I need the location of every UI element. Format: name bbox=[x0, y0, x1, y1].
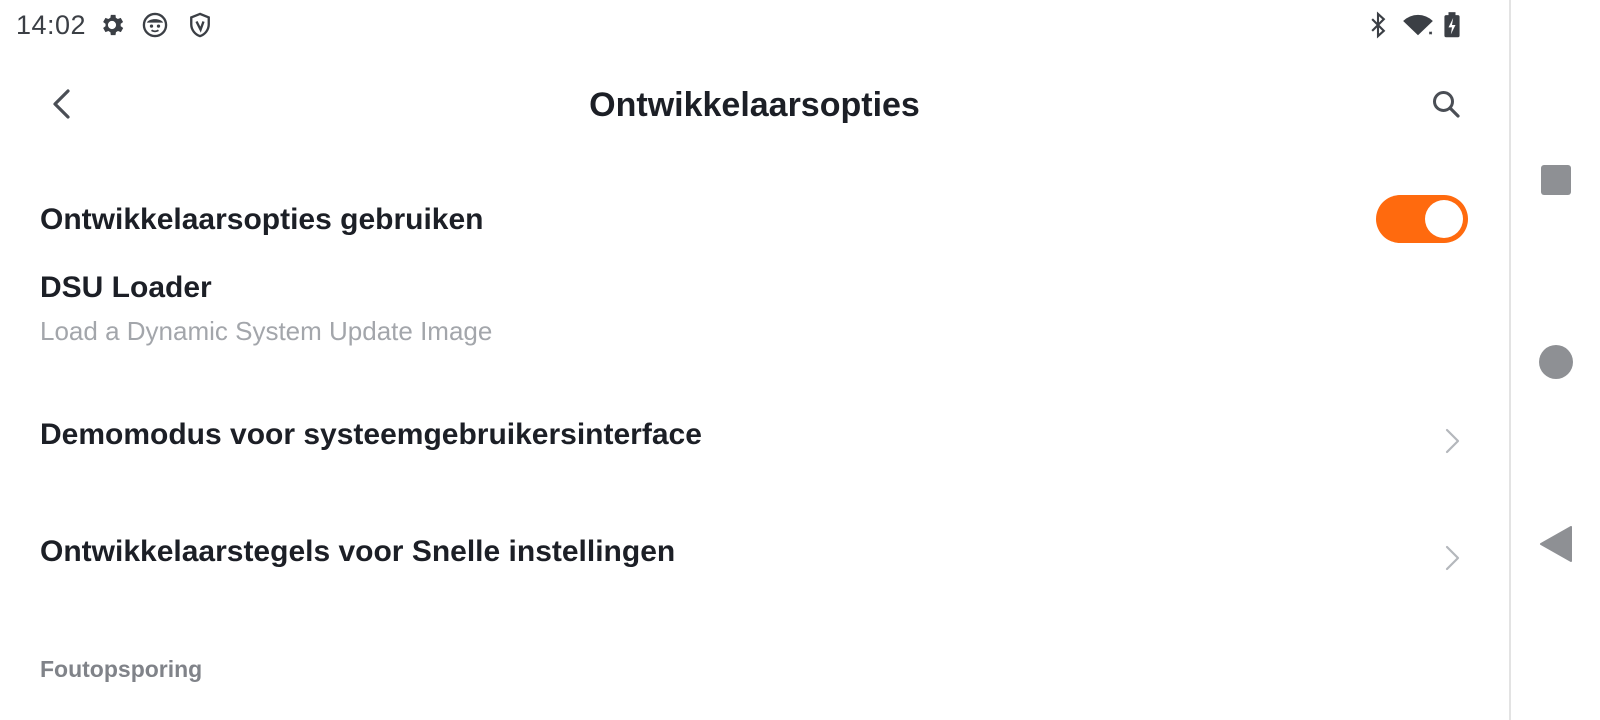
toggle-knob bbox=[1425, 200, 1463, 238]
face-icon bbox=[141, 11, 169, 39]
setting-label: DSU Loader bbox=[40, 271, 212, 304]
app-header: Ontwikkelaarsopties bbox=[0, 60, 1509, 150]
home-circle-icon bbox=[1539, 345, 1573, 379]
setting-label: Demomodus voor systeemgebruikersinterfac… bbox=[40, 418, 702, 451]
recents-button[interactable] bbox=[1533, 157, 1579, 203]
search-button[interactable] bbox=[1424, 82, 1468, 126]
chevron-right-icon bbox=[1445, 428, 1460, 454]
shield-icon bbox=[186, 11, 214, 39]
setting-label: Ontwikkelaarstegels voor Snelle instelli… bbox=[40, 535, 676, 568]
gear-icon bbox=[98, 11, 126, 39]
search-icon bbox=[1433, 91, 1460, 118]
status-time: 14:02 bbox=[16, 10, 87, 40]
battery-charging-icon bbox=[1440, 11, 1464, 39]
dev-options-toggle[interactable] bbox=[1376, 195, 1468, 243]
setting-subtitle: Load a Dynamic System Update Image bbox=[40, 316, 493, 346]
status-bar: 14:02 bbox=[0, 0, 1509, 50]
nav-back-button[interactable] bbox=[1533, 521, 1579, 567]
bluetooth-icon bbox=[1364, 11, 1392, 39]
wifi-icon bbox=[1402, 11, 1434, 39]
section-header-debugging: Foutopsporing bbox=[40, 656, 203, 682]
settings-screen: 14:02 Ontwikkelaarsopties Ontwikkelaarso… bbox=[0, 0, 1509, 720]
back-triangle-icon bbox=[1540, 526, 1572, 562]
recents-square-icon bbox=[1541, 165, 1571, 195]
setting-label: Ontwikkelaarsopties gebruiken bbox=[40, 203, 484, 236]
chevron-right-icon bbox=[1445, 545, 1460, 571]
navigation-bar bbox=[1509, 0, 1600, 720]
home-button[interactable] bbox=[1533, 339, 1579, 385]
page-title: Ontwikkelaarsopties bbox=[589, 86, 920, 124]
